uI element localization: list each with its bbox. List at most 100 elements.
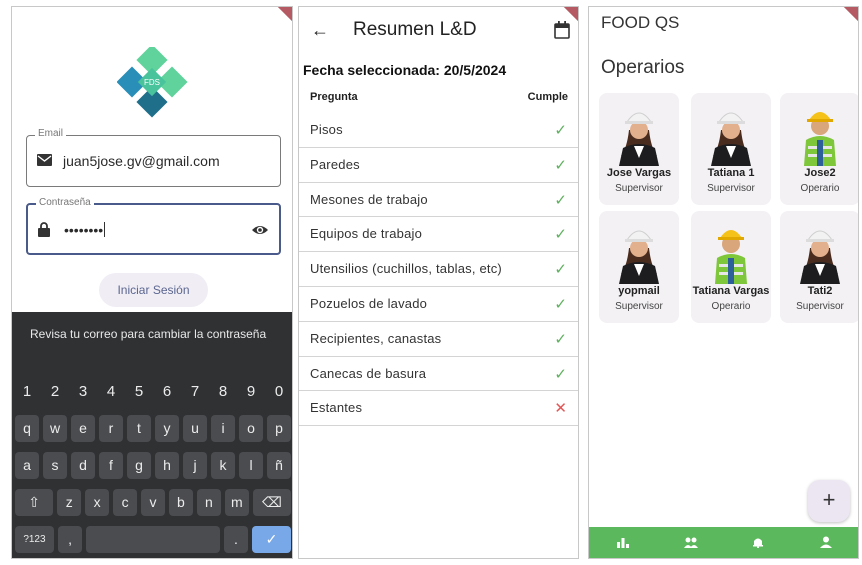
number-key[interactable]: 8 [211,378,235,405]
space-key[interactable] [86,526,220,553]
number-key[interactable]: 5 [127,378,151,405]
letter-key[interactable]: ñ [267,452,291,479]
question-text: Mesones de trabajo [310,191,428,207]
letter-key[interactable]: u [183,415,207,442]
chart-icon[interactable] [614,536,632,550]
question-text: Paredes [310,156,360,172]
letter-key[interactable]: i [211,415,235,442]
table-row: Recipientes, canastas ✓ [299,322,578,357]
table-row: Pozuelos de lavado ✓ [299,287,578,322]
operator-name: Tati2 [807,285,833,297]
letter-key[interactable]: a [15,452,39,479]
person-icon[interactable] [817,536,835,550]
operator-role: Supervisor [796,301,844,312]
table-header: Pregunta Cumple [310,91,568,103]
login-screen: FDS Email juan5jose.gv@gmail.com Contras… [11,6,293,559]
selected-date: Fecha seleccionada: 20/5/2024 [303,62,507,78]
number-key[interactable]: 2 [43,378,67,405]
letter-key[interactable]: h [155,452,179,479]
letter-key[interactable]: l [239,452,263,479]
bottom-navigation [589,527,858,558]
operator-card[interactable]: Tati2 Supervisor [780,211,858,323]
password-field[interactable]: Contraseña •••••••• [26,197,281,255]
text-caret [104,222,106,237]
table-row: Estantes ✕ [299,391,578,427]
supervisor-avatar-icon [711,112,751,166]
letter-key[interactable]: q [15,415,39,442]
app-logo: FDS [117,47,188,118]
number-key[interactable]: 7 [183,378,207,405]
operator-card[interactable]: Tatiana Vargas Operario [691,211,771,323]
check-icon: ✓ [554,365,567,383]
show-password-icon[interactable] [251,221,269,239]
calendar-icon[interactable] [554,21,570,39]
letter-key[interactable]: j [183,452,207,479]
symbols-key[interactable]: ?123 [15,526,54,553]
letter-key[interactable]: g [127,452,151,479]
letter-key[interactable]: r [99,415,123,442]
letter-key[interactable]: p [267,415,291,442]
operator-card[interactable]: yopmail Supervisor [599,211,679,323]
section-title: Operarios [601,57,685,78]
comma-key[interactable]: , [57,526,83,553]
app-bar: ← Resumen L&D [299,7,578,57]
bell-icon[interactable] [749,536,767,550]
question-text: Recipientes, canastas [310,330,442,346]
worker-avatar-icon [715,230,747,284]
question-text: Estantes [310,400,363,416]
logo-text: FDS [144,78,160,87]
operator-card[interactable]: Jose Vargas Supervisor [599,93,679,205]
letter-key[interactable]: x [85,489,110,516]
number-key[interactable]: 3 [71,378,95,405]
number-key[interactable]: 9 [239,378,263,405]
summary-screen: ← Resumen L&D Fecha seleccionada: 20/5/2… [298,6,579,559]
letter-key[interactable]: w [43,415,67,442]
app-title: FOOD QS [601,13,680,32]
letter-key[interactable]: s [43,452,67,479]
email-label: Email [35,128,67,139]
letter-key[interactable]: y [155,415,179,442]
add-operator-button[interactable]: + [808,480,850,522]
email-field[interactable]: Email juan5jose.gv@gmail.com [26,128,281,187]
letter-key[interactable]: t [127,415,151,442]
table-row: Equipos de trabajo ✓ [299,217,578,253]
number-key[interactable]: 1 [15,378,39,405]
question-text: Pozuelos de lavado [310,295,428,311]
check-icon: ✓ [554,156,567,174]
operator-card[interactable]: Tatiana 1 Supervisor [691,93,771,205]
number-key[interactable]: 6 [155,378,179,405]
letter-key[interactable]: d [71,452,95,479]
period-key[interactable]: . [223,526,249,553]
shift-key[interactable]: ⇧ [15,489,54,516]
check-icon: ✓ [554,261,567,279]
operator-card[interactable]: Jose2 Operario [780,93,858,205]
page-title: Resumen L&D [353,19,477,40]
back-arrow-icon[interactable]: ← [311,20,329,41]
enter-key[interactable]: ✓ [252,526,291,553]
letter-key[interactable]: c [113,489,138,516]
letter-key[interactable]: f [99,452,123,479]
letter-key[interactable]: v [141,489,165,516]
debug-banner [277,7,292,22]
number-key[interactable]: 4 [99,378,123,405]
group-icon[interactable] [682,536,700,550]
letter-key[interactable]: n [196,489,221,516]
keyboard-row-3: ⇧ z x c v b n m ⌫ [15,489,292,516]
question-text: Canecas de basura [310,365,427,381]
number-key[interactable]: 0 [267,378,291,405]
table-row: Pisos ✓ [299,113,578,148]
letter-key[interactable]: k [211,452,235,479]
snackbar-message: Revisa tu correo para cambiar la contras… [30,327,267,341]
letter-key[interactable]: b [168,489,193,516]
backspace-key[interactable]: ⌫ [252,489,292,516]
letter-key[interactable]: m [224,489,249,516]
letter-key[interactable]: z [57,489,82,516]
operator-name: Tatiana 1 [707,167,755,179]
letter-key[interactable]: e [71,415,95,442]
cross-icon: ✕ [554,400,567,418]
table-row: Utensilios (cuchillos, tablas, etc) ✓ [299,252,578,287]
keyboard-number-row: 1234567890 [15,378,291,405]
letter-key[interactable]: o [239,415,263,442]
table-row: Canecas de basura ✓ [299,357,578,392]
login-button[interactable]: Iniciar Sesión [99,273,208,307]
